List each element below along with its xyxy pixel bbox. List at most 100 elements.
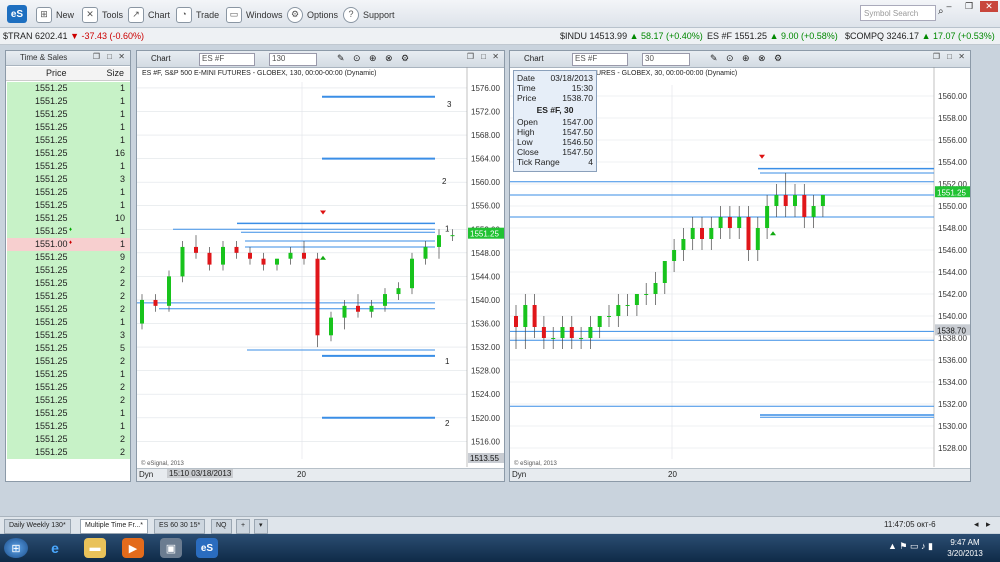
ticker-indu[interactable]: $INDU 14513.99 ▲ 58.17 (+0.40%) <box>560 31 703 41</box>
windows-button[interactable]: ▭ Windows <box>226 6 283 24</box>
zoom-icon[interactable]: ⊕ <box>369 53 377 64</box>
tools-icon: ✕ <box>82 7 98 23</box>
time-sales-titlebar[interactable]: Time & Sales ❐ □ ✕ <box>6 51 130 66</box>
close-icon[interactable]: ✕ <box>958 52 965 61</box>
table-row[interactable]: 1551.25 1 <box>7 108 130 121</box>
low-price-badge-text: 1513.55 <box>470 454 499 463</box>
folder-icon[interactable]: ▬ <box>84 538 106 558</box>
table-row[interactable]: 1551.25 1 <box>7 160 130 173</box>
table-row[interactable]: 1551.25 2 <box>7 303 130 316</box>
chart1-dyn-button[interactable]: Dyn <box>139 470 153 479</box>
tab-nq[interactable]: NQ <box>211 519 232 534</box>
table-row[interactable]: 1551.25 5 <box>7 342 130 355</box>
close-icon[interactable]: ✕ <box>492 52 499 61</box>
price-column-header[interactable]: Price <box>46 68 67 78</box>
maximize-icon[interactable]: □ <box>481 52 486 61</box>
trade-button[interactable]: ◔ Trade <box>176 6 219 24</box>
table-row[interactable]: 1551.25 3 <box>7 173 130 186</box>
table-row[interactable]: 1551.25 9 <box>7 251 130 264</box>
table-row[interactable]: 1551.25 1 <box>7 134 130 147</box>
table-row[interactable]: 1551.25 1 <box>7 186 130 199</box>
system-clock[interactable]: 9:47 AM 3/20/2013 <box>940 537 990 559</box>
table-row[interactable]: 1551.25 1 <box>7 420 130 433</box>
ticker-compq[interactable]: $COMPQ 3246.17 ▲ 17.07 (+0.53%) <box>845 31 995 41</box>
zoom-icon[interactable]: ⊕ <box>742 53 750 64</box>
table-row[interactable]: 1551.25 2 <box>7 355 130 368</box>
pencil-icon[interactable]: ✎ <box>337 53 345 64</box>
tab-daily-weekly[interactable]: Daily Weekly 130* <box>4 519 71 534</box>
tools-button[interactable]: ✕ Tools <box>82 6 123 24</box>
chart2-symbol-select[interactable]: ES #F <box>572 53 628 66</box>
table-row[interactable]: 1551.00 1 ♦ <box>7 238 130 251</box>
table-row[interactable]: 1551.25 16 <box>7 147 130 160</box>
price-axis-label: 1538.00 <box>938 334 967 343</box>
candle-body <box>811 206 816 217</box>
table-row[interactable]: 1551.25 1 <box>7 82 130 95</box>
crosshair-icon[interactable]: ⊗ <box>385 53 393 64</box>
esignal-logo[interactable]: eS <box>7 5 27 23</box>
table-row[interactable]: 1551.25 2 <box>7 277 130 290</box>
ticker-tran[interactable]: $TRAN 6202.41 ▼ -37.43 (-0.60%) <box>3 31 144 41</box>
tab-multiple-time-frames[interactable]: Multiple Time Fr...* <box>80 519 148 534</box>
chart2-dyn-button[interactable]: Dyn <box>512 470 526 479</box>
cursor-icon[interactable]: ⊙ <box>353 53 361 64</box>
maximize-icon[interactable]: □ <box>107 52 112 61</box>
table-row[interactable]: 1551.25 2 <box>7 290 130 303</box>
media-player-icon[interactable]: ▶ <box>122 538 144 558</box>
close-icon[interactable]: ✕ <box>980 1 998 12</box>
table-row[interactable]: 1551.25 1 <box>7 121 130 134</box>
scroll-left-icon[interactable]: ◂ <box>974 519 979 530</box>
tab-es-60-30-15[interactable]: ES 60 30 15* <box>154 519 206 534</box>
pencil-icon[interactable]: ✎ <box>710 53 718 64</box>
chart1-tab-label[interactable]: Chart <box>151 54 171 63</box>
table-row[interactable]: 1551.25 1 <box>7 199 130 212</box>
table-row[interactable]: 1551.25 2 <box>7 394 130 407</box>
restore-icon[interactable]: ❐ <box>933 52 940 61</box>
restore-icon[interactable]: ❐ <box>960 1 978 12</box>
internet-explorer-icon[interactable]: e <box>44 538 66 558</box>
options-button[interactable]: ⚙ Options <box>287 6 338 24</box>
table-row[interactable]: 1551.25 10 <box>7 212 130 225</box>
tab-menu-chevron-icon[interactable]: ▾ <box>254 519 268 534</box>
maximize-icon[interactable]: □ <box>947 52 952 61</box>
table-row[interactable]: 1551.25 1 ♦ <box>7 225 130 238</box>
table-row[interactable]: 1551.25 1 <box>7 368 130 381</box>
minimize-icon[interactable]: – <box>940 1 958 12</box>
table-row[interactable]: 1551.25 1 <box>7 95 130 108</box>
symbol-search-input[interactable]: Symbol Search <box>860 5 936 21</box>
chart1-interval-select[interactable]: 130 <box>269 53 317 66</box>
table-row[interactable]: 1551.25 2 <box>7 433 130 446</box>
add-tab-button[interactable]: + <box>236 519 251 534</box>
table-row[interactable]: 1551.25 2 <box>7 446 130 459</box>
system-tray[interactable]: ▲ ⚑ ▭ ♪ ▮ <box>888 541 933 552</box>
settings-icon[interactable]: ⚙ <box>401 53 409 64</box>
crosshair-icon[interactable]: ⊗ <box>758 53 766 64</box>
table-row[interactable]: 1551.25 3 <box>7 329 130 342</box>
scroll-right-icon[interactable]: ▸ <box>986 519 991 530</box>
trade-price: 1551.25 <box>35 356 68 366</box>
close-icon[interactable]: ✕ <box>118 52 125 61</box>
restore-icon[interactable]: ❐ <box>93 52 100 61</box>
start-button[interactable]: ⊞ <box>4 538 28 558</box>
size-column-header[interactable]: Size <box>106 68 124 78</box>
table-row[interactable]: 1551.25 1 <box>7 316 130 329</box>
esignal-taskbar-icon[interactable]: eS <box>196 538 218 558</box>
candle-body <box>662 261 667 283</box>
table-row[interactable]: 1551.25 1 <box>7 407 130 420</box>
chart1-symbol-select[interactable]: ES #F <box>199 53 255 66</box>
chart2-interval-select[interactable]: 30 <box>642 53 690 66</box>
chart2-tab-label[interactable]: Chart <box>524 54 544 63</box>
support-button[interactable]: ? Support <box>343 6 395 24</box>
chart1-plot[interactable]: 1576.00 1572.00 1568.00 1564.00 1560.00 1556.… <box>137 67 504 467</box>
table-row[interactable]: 1551.25 2 <box>7 264 130 277</box>
trade-price: 1551.25 <box>35 174 68 184</box>
settings-icon[interactable]: ⚙ <box>774 53 782 64</box>
trade-price: 1551.00 <box>35 239 68 249</box>
ticker-es[interactable]: ES #F 1551.25 ▲ 9.00 (+0.58%) <box>707 31 838 41</box>
restore-icon[interactable]: ❐ <box>467 52 474 61</box>
new-button[interactable]: ⊞ New <box>36 6 74 24</box>
cursor-icon[interactable]: ⊙ <box>726 53 734 64</box>
table-row[interactable]: 1551.25 2 <box>7 381 130 394</box>
computer-icon[interactable]: ▣ <box>160 538 182 558</box>
chart-button[interactable]: ↗ Chart <box>128 6 170 24</box>
